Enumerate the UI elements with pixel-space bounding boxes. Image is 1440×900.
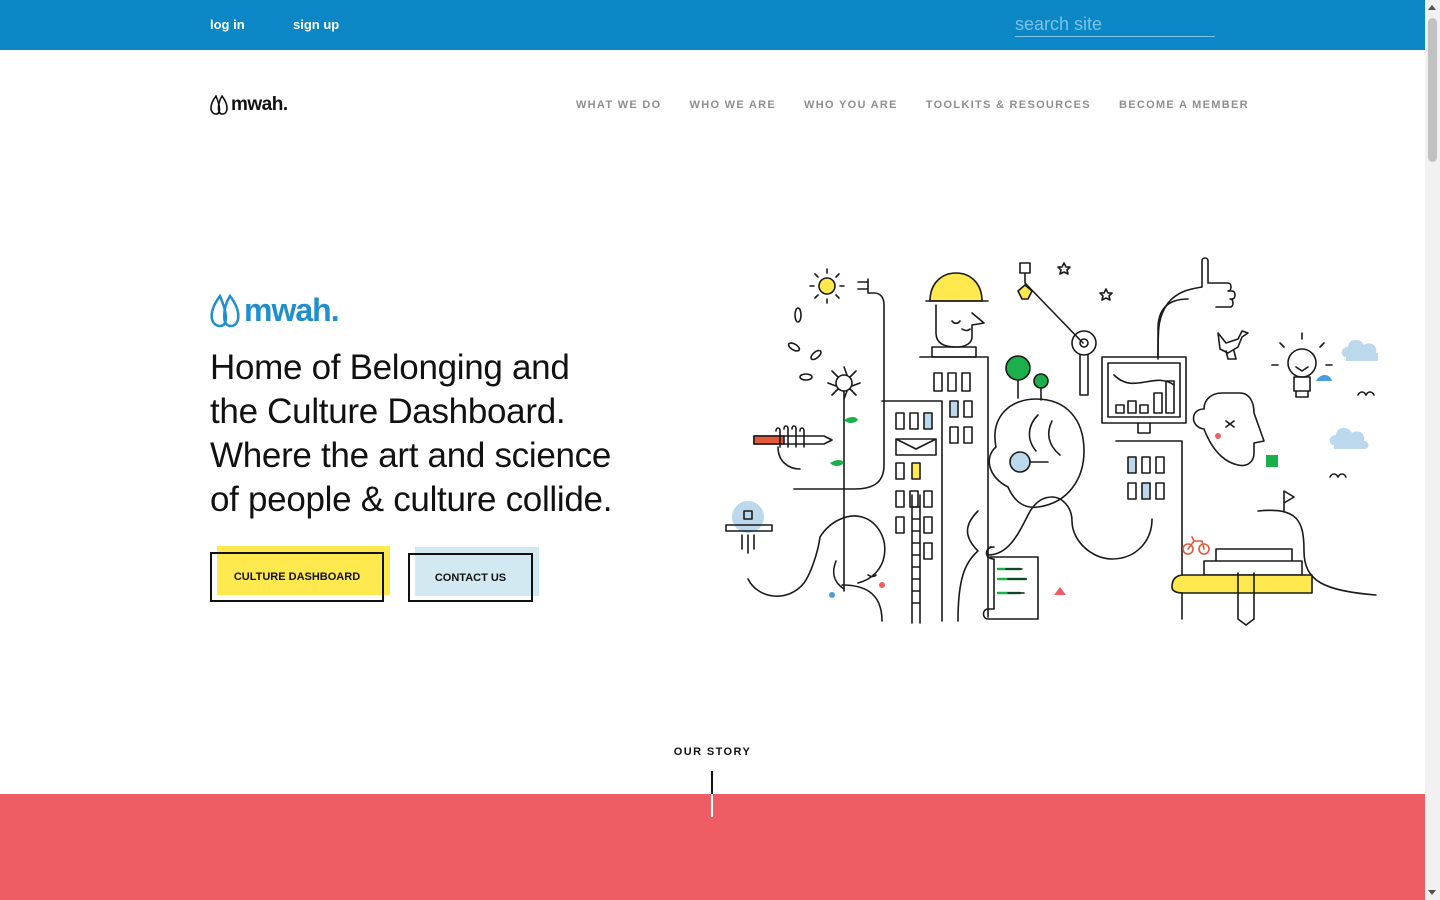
story-divider-line-light xyxy=(711,794,713,817)
signup-link[interactable]: sign up xyxy=(293,17,339,32)
hero-logo-text: mwah. xyxy=(244,292,340,328)
page-scrollbar[interactable] xyxy=(1425,0,1440,900)
contact-us-button[interactable]: CONTACT US xyxy=(408,553,533,602)
hero-illustration xyxy=(725,257,1378,626)
login-link[interactable]: log in xyxy=(210,17,245,32)
page: log in sign up mwah. WHAT WE DO WHO WE A… xyxy=(0,0,1425,900)
headline-line: Where the art and science xyxy=(210,436,612,475)
scroll-down-arrow[interactable] xyxy=(1428,890,1436,895)
nav-who-we-are[interactable]: WHO WE ARE xyxy=(690,99,777,111)
headline-line: of people & culture collide. xyxy=(210,480,613,519)
drop-logo-icon xyxy=(210,95,228,115)
culture-dashboard-button[interactable]: CULTURE DASHBOARD xyxy=(210,552,384,602)
search-input[interactable] xyxy=(1015,12,1215,37)
nav-toolkits-resources[interactable]: TOOLKITS & RESOURCES xyxy=(926,99,1091,111)
top-bar: log in sign up xyxy=(0,0,1425,50)
header-logo-text: mwah. xyxy=(231,94,288,115)
header-logo[interactable]: mwah. xyxy=(210,94,288,116)
main-nav: WHAT WE DO WHO WE ARE WHO YOU ARE TOOLKI… xyxy=(576,99,1249,111)
hero-headline: Home of Belonging and the Culture Dashbo… xyxy=(210,346,680,522)
headline-line: the Culture Dashboard. xyxy=(210,392,566,431)
scroll-thumb[interactable] xyxy=(1428,18,1437,162)
nav-become-a-member[interactable]: BECOME A MEMBER xyxy=(1119,99,1249,111)
our-story-label: OUR STORY xyxy=(673,746,752,758)
scroll-up-arrow[interactable] xyxy=(1428,5,1436,10)
nav-what-we-do[interactable]: WHAT WE DO xyxy=(576,99,662,111)
hero-logo: mwah. xyxy=(210,292,340,329)
drop-logo-icon xyxy=(210,293,240,327)
headline-line: Home of Belonging and xyxy=(210,348,570,387)
nav-who-you-are[interactable]: WHO YOU ARE xyxy=(804,99,898,111)
